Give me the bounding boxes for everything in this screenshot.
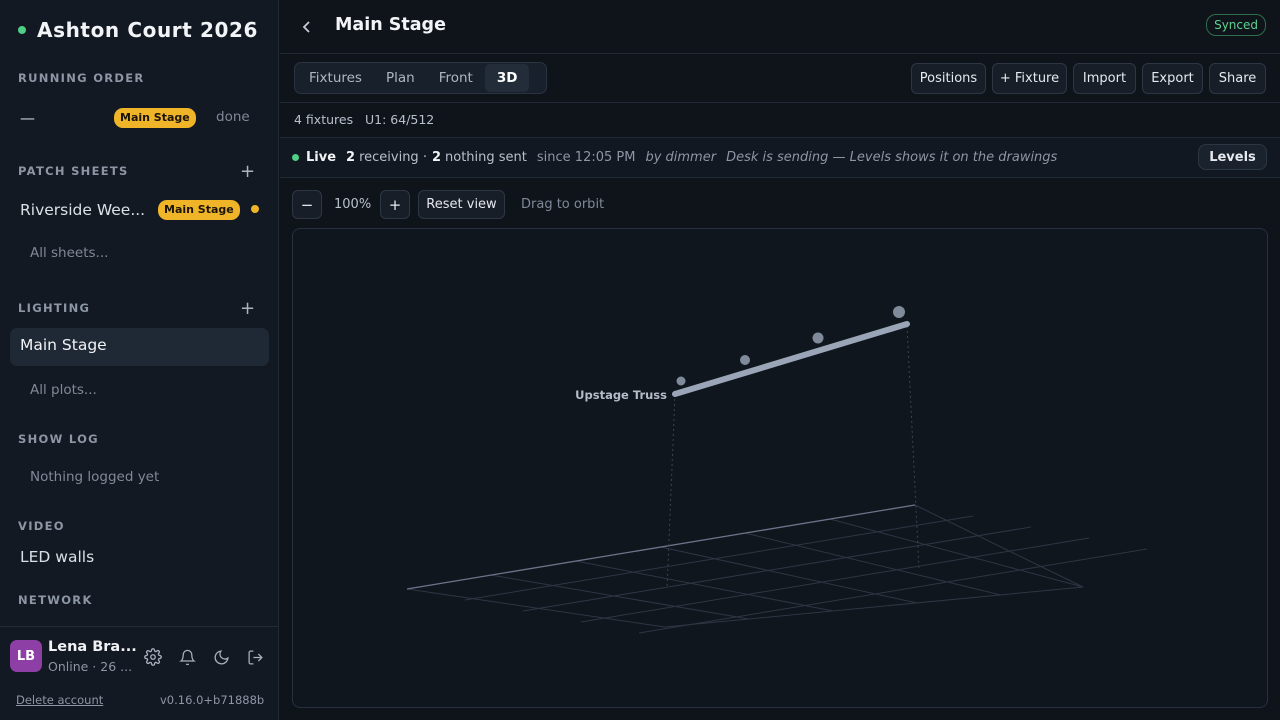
stage-badge: Main Stage xyxy=(158,200,240,220)
fixture-2[interactable] xyxy=(740,355,750,365)
unsaved-dot xyxy=(251,205,259,213)
reset-view-button[interactable]: Reset view xyxy=(418,190,505,219)
live-message: Desk is sending — Levels shows it on the… xyxy=(726,150,1058,165)
universe-usage: U1: 64/512 xyxy=(365,112,435,127)
video-heading: VIDEO xyxy=(18,519,65,533)
running-order-label: — xyxy=(20,109,35,127)
nothing-sent-count: 2 xyxy=(431,150,442,165)
export-button[interactable]: Export xyxy=(1142,63,1203,94)
running-order-status: done xyxy=(216,109,250,125)
all-sheets-link[interactable]: All sheets... xyxy=(30,245,108,261)
fixture-3[interactable] xyxy=(812,332,824,344)
levels-button[interactable]: Levels xyxy=(1198,144,1267,170)
online-indicator xyxy=(18,26,26,34)
share-button[interactable]: Share xyxy=(1209,63,1266,94)
patch-sheets-heading: PATCH SHEETS xyxy=(18,164,129,178)
receiving-count: 2 xyxy=(346,150,356,165)
tab-plan[interactable]: Plan xyxy=(374,64,427,92)
truss-label: Upstage Truss xyxy=(575,388,667,402)
bell-icon[interactable] xyxy=(177,647,197,667)
live-status-bar: Live 2 receiving · 2 nothing sent since … xyxy=(280,138,1280,178)
header: Main Stage Synced xyxy=(280,0,1280,54)
gear-icon[interactable] xyxy=(143,647,163,667)
fixture-1[interactable] xyxy=(676,376,686,386)
running-order-heading: RUNNING ORDER xyxy=(18,71,145,85)
fixture-count: 4 fixtures xyxy=(294,112,354,127)
show-log-heading: SHOW LOG xyxy=(18,432,99,446)
app-version: v0.16.0+b71888b xyxy=(160,693,265,707)
add-patch-sheet-button[interactable]: + xyxy=(240,161,255,182)
project-title[interactable]: Ashton Court 2026 xyxy=(18,18,258,42)
logout-icon[interactable] xyxy=(245,647,265,667)
live-label: Live xyxy=(306,150,337,165)
zoom-controls: − 100% + Reset view Drag to orbit xyxy=(280,178,1280,228)
chevron-left-icon[interactable] xyxy=(300,18,314,36)
add-fixture-button[interactable]: + Fixture xyxy=(992,63,1067,94)
3d-viewport[interactable]: Upstage Truss xyxy=(292,228,1268,708)
main-panel: Main Stage Synced Fixtures Plan Front 3D… xyxy=(280,0,1280,720)
delete-account-link[interactable]: Delete account xyxy=(16,693,103,707)
tab-front[interactable]: Front xyxy=(427,64,485,92)
tab-3d[interactable]: 3D xyxy=(484,64,530,92)
patch-sheet-item[interactable]: Riverside Wee... Main Stage xyxy=(20,199,265,221)
zoom-out-button[interactable]: − xyxy=(292,190,322,219)
sidebar: Ashton Court 2026 RUNNING ORDER — Main S… xyxy=(0,0,279,720)
user-status: Online · 26 ... xyxy=(48,659,133,674)
floor-grid xyxy=(406,504,1148,634)
user-name: Lena Bra... xyxy=(48,639,137,655)
stage-scene[interactable]: Upstage Truss xyxy=(293,229,1268,708)
positions-button[interactable]: Positions xyxy=(911,63,986,94)
live-source: by dimmer xyxy=(645,150,717,165)
all-plots-link[interactable]: All plots... xyxy=(30,382,97,398)
live-since: since 12:05 PM xyxy=(536,150,636,165)
drop-lines xyxy=(666,325,920,590)
stage-badge: Main Stage xyxy=(114,108,196,128)
network-heading: NETWORK xyxy=(18,593,93,607)
view-tabs: Fixtures Plan Front 3D xyxy=(294,62,547,94)
nothing-sent-text: nothing sent xyxy=(445,150,527,165)
upstage-truss[interactable] xyxy=(672,321,910,397)
show-log-empty: Nothing logged yet xyxy=(30,469,160,485)
orbit-hint: Drag to orbit xyxy=(521,197,605,212)
running-order-item[interactable]: — Main Stage done xyxy=(20,108,260,128)
sidebar-item-main-stage-label: Main Stage xyxy=(20,336,107,354)
floor-front-edge xyxy=(406,504,916,590)
fixture-summary: 4 fixtures U1: 64/512 xyxy=(280,103,1280,138)
fixture-4[interactable] xyxy=(893,306,905,318)
add-plot-button[interactable]: + xyxy=(240,298,255,319)
view-toolbar: Fixtures Plan Front 3D Positions + Fixtu… xyxy=(280,54,1280,103)
avatar[interactable]: LB xyxy=(10,640,42,672)
live-indicator xyxy=(292,154,299,161)
tab-fixtures[interactable]: Fixtures xyxy=(297,64,374,92)
project-title-text: Ashton Court 2026 xyxy=(37,18,259,42)
moon-icon[interactable] xyxy=(211,647,231,667)
sync-status-badge: Synced xyxy=(1206,14,1266,36)
import-button[interactable]: Import xyxy=(1073,63,1136,94)
lighting-heading: LIGHTING xyxy=(18,301,91,315)
patch-sheet-label: Riverside Wee... xyxy=(20,201,146,219)
receiving-text: receiving · xyxy=(359,150,427,165)
page-title: Main Stage xyxy=(335,15,446,35)
sidebar-item-led-walls[interactable]: LED walls xyxy=(20,548,94,566)
zoom-in-button[interactable]: + xyxy=(380,190,410,219)
zoom-level: 100% xyxy=(334,197,372,212)
